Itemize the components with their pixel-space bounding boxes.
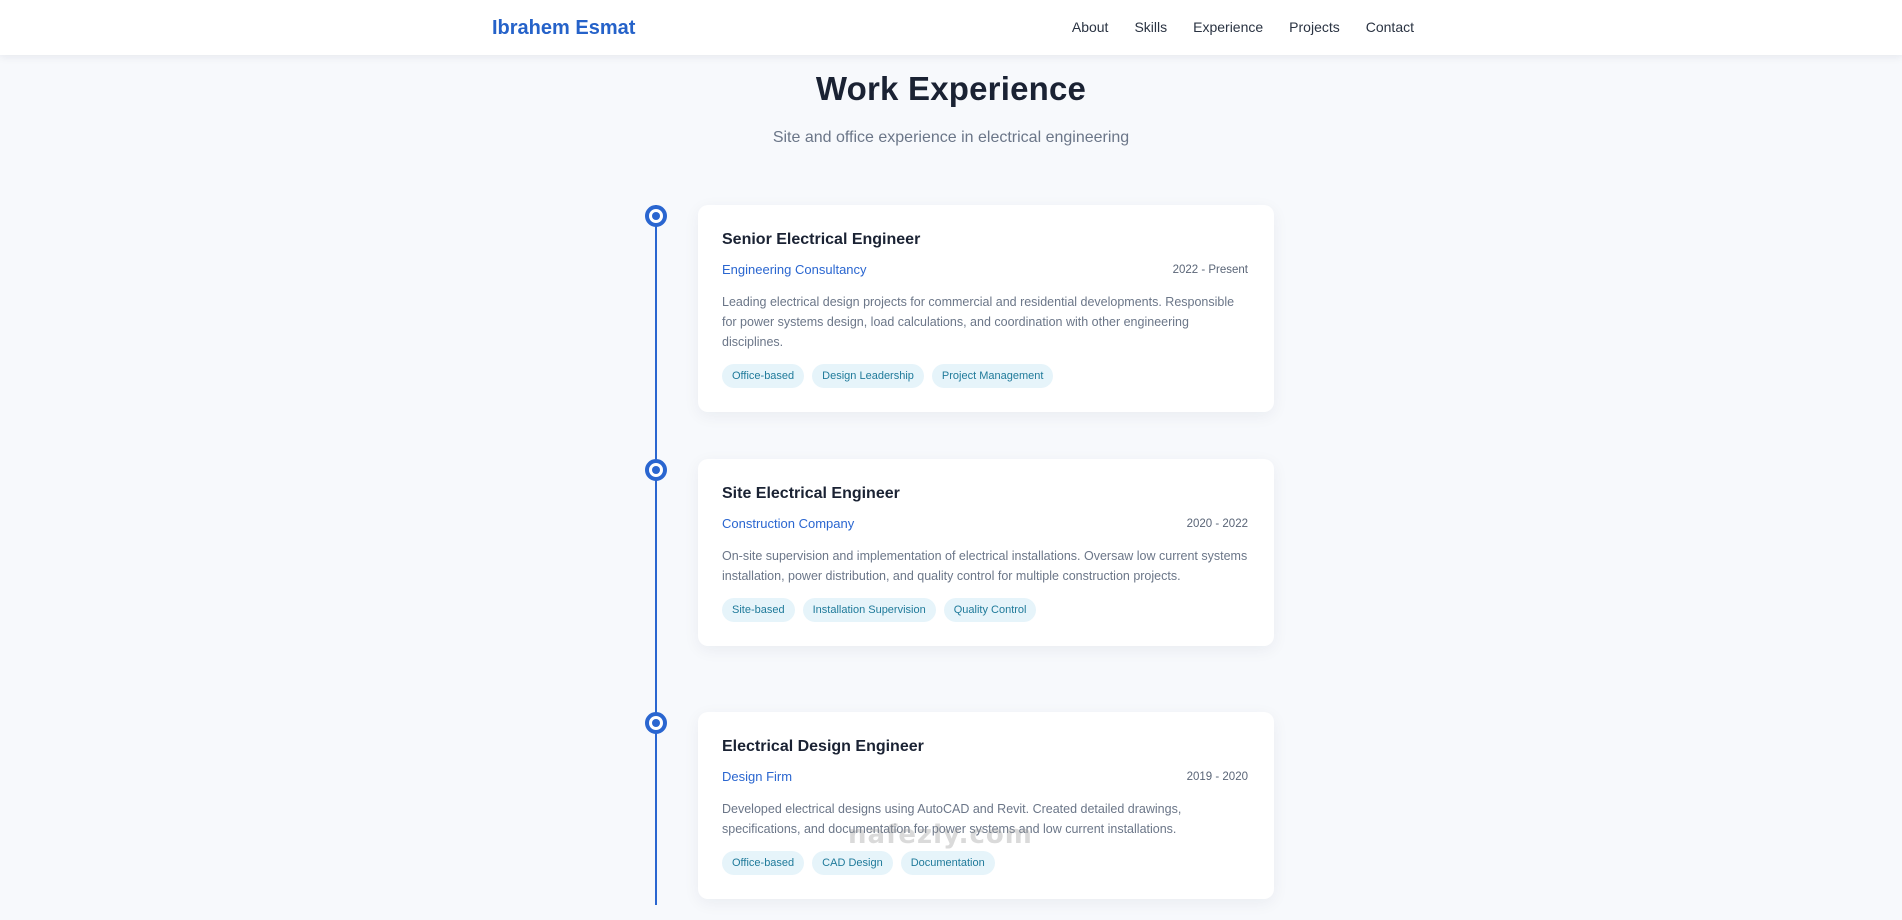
experience-card: Senior Electrical Engineer Engineering C… xyxy=(698,205,1274,412)
nav-link-skills[interactable]: Skills xyxy=(1134,19,1167,35)
tag: Design Leadership xyxy=(812,364,924,388)
tag: Office-based xyxy=(722,851,805,875)
brand-logo[interactable]: Ibrahem Esmat xyxy=(492,17,635,40)
tag: CAD Design xyxy=(812,851,893,875)
tag: Documentation xyxy=(900,851,995,875)
card-meta: Engineering Consultancy 2022 - Present xyxy=(722,262,1248,277)
job-description: Leading electrical design projects for c… xyxy=(722,295,1235,349)
experience-card: Site Electrical Engineer Construction Co… xyxy=(698,459,1274,646)
nav-link-about[interactable]: About xyxy=(1072,19,1109,35)
timeline-line xyxy=(655,205,657,905)
job-title: Site Electrical Engineer xyxy=(722,485,900,502)
tag: Office-based xyxy=(722,364,805,388)
tag-list: Site-based Installation Supervision Qual… xyxy=(722,598,1248,622)
nav-link-projects[interactable]: Projects xyxy=(1289,19,1340,35)
job-title: Senior Electrical Engineer xyxy=(722,231,921,248)
tag: Site-based xyxy=(722,598,795,622)
watermark: nafezly.com xyxy=(848,820,1033,850)
tag: Project Management xyxy=(931,364,1054,388)
tag-list: Office-based CAD Design Documentation xyxy=(722,851,1248,875)
card-meta: Design Firm 2019 - 2020 xyxy=(722,769,1248,784)
section-subtitle: Site and office experience in electrical… xyxy=(772,129,1130,146)
top-navbar: Ibrahem Esmat About Skills Experience Pr… xyxy=(0,0,1902,55)
job-date: 2022 - Present xyxy=(1172,263,1248,276)
job-description: On-site supervision and implementation o… xyxy=(722,549,1248,583)
company-name: Engineering Consultancy xyxy=(722,262,867,277)
tag: Installation Supervision xyxy=(802,598,936,622)
job-date: 2019 - 2020 xyxy=(1186,770,1248,783)
job-title: Electrical Design Engineer xyxy=(722,738,924,755)
job-date: 2020 - 2022 xyxy=(1186,517,1248,530)
timeline-marker xyxy=(645,712,667,734)
timeline-marker xyxy=(645,459,667,481)
timeline-marker xyxy=(645,205,667,227)
company-name: Construction Company xyxy=(722,516,855,531)
card-meta: Construction Company 2020 - 2022 xyxy=(722,516,1248,531)
section-title: Work Experience xyxy=(815,70,1087,107)
company-name: Design Firm xyxy=(722,769,793,784)
tag: Quality Control xyxy=(943,598,1037,622)
experience-card: Electrical Design Engineer Design Firm 2… xyxy=(698,712,1274,899)
tag-list: Office-based Design Leadership Project M… xyxy=(722,364,1248,388)
nav-link-experience[interactable]: Experience xyxy=(1193,19,1263,35)
nav-link-contact[interactable]: Contact xyxy=(1366,19,1414,35)
nav-links: About Skills Experience Projects Contact xyxy=(1072,19,1414,35)
